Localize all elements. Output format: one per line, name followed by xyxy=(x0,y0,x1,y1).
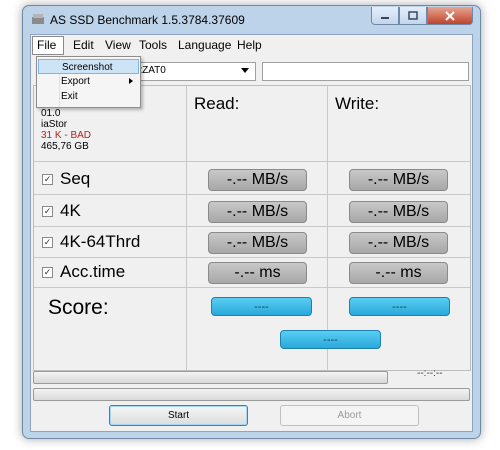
abort-button[interactable]: Abort xyxy=(280,405,419,426)
path-field[interactable] xyxy=(262,62,469,81)
results-grid: Read: Write: 01.0 iaStor 31 K - BAD 465,… xyxy=(33,85,471,371)
write-score: ---- xyxy=(349,297,450,316)
menu-view[interactable]: View xyxy=(105,38,131,52)
menu-bar: File Edit View Tools Language Help xyxy=(31,35,472,55)
progress-bar-total xyxy=(33,388,470,401)
drive-select[interactable]: 22ZAT0 xyxy=(121,62,256,81)
acctime-label-text: Acc.time xyxy=(60,262,126,281)
4k-read-result: -.-- MB/s xyxy=(208,201,307,223)
menu-item-exit-label: Exit xyxy=(61,91,78,102)
4k-label-text: 4K xyxy=(60,201,81,220)
seq-checkbox[interactable]: ✓ xyxy=(42,173,53,185)
menu-file[interactable]: File xyxy=(37,38,56,52)
alignment-status: 31 K - BAD xyxy=(41,130,92,141)
maximize-button[interactable] xyxy=(399,7,427,25)
client-area: File Edit View Tools Language Help 22ZAT… xyxy=(30,34,473,432)
grid-divider xyxy=(34,257,470,258)
chevron-right-icon xyxy=(129,78,133,84)
grid-divider xyxy=(34,226,470,227)
drive-icon xyxy=(32,14,44,24)
test-seq-label: ✓ Seq xyxy=(42,169,90,189)
test-acctime-label: ✓ Acc.time xyxy=(42,262,125,282)
menu-item-screenshot-label: Screenshot xyxy=(62,62,113,73)
write-header: Write: xyxy=(335,94,380,113)
menu-item-screenshot[interactable]: Screenshot xyxy=(38,59,139,74)
drive-capacity: 465,76 GB xyxy=(41,141,89,152)
file-menu-dropdown: Screenshot Export Exit xyxy=(36,56,141,108)
score-label: Score: xyxy=(48,296,109,319)
chevron-down-icon xyxy=(241,68,249,73)
close-button[interactable] xyxy=(427,7,473,25)
read-header: Read: xyxy=(194,94,240,113)
maximize-icon xyxy=(408,11,418,20)
4k-checkbox[interactable]: ✓ xyxy=(42,205,53,217)
seq-read-result: -.-- MB/s xyxy=(208,169,307,191)
acctime-write-result: -.-- ms xyxy=(349,262,448,284)
minimize-button[interactable] xyxy=(371,7,399,25)
seq-label-text: Seq xyxy=(60,169,91,188)
progress-bar-test xyxy=(33,371,388,384)
menu-language[interactable]: Language xyxy=(178,38,231,52)
window-title: AS SSD Benchmark 1.5.3784.37609 xyxy=(50,13,245,27)
grid-divider xyxy=(34,287,470,288)
app-window: AS SSD Benchmark 1.5.3784.37609 File Edi… xyxy=(22,5,481,439)
menu-item-export-label: Export xyxy=(61,76,90,87)
seq-write-result: -.-- MB/s xyxy=(349,169,448,191)
grid-divider xyxy=(34,194,470,195)
grid-divider xyxy=(327,86,328,370)
title-bar[interactable]: AS SSD Benchmark 1.5.3784.37609 xyxy=(23,6,480,34)
test-4k64-label: ✓ 4K-64Thrd xyxy=(42,232,140,252)
minimize-icon xyxy=(381,16,389,19)
4k64-write-result: -.-- MB/s xyxy=(349,232,448,254)
acctime-checkbox[interactable]: ✓ xyxy=(42,266,53,278)
menu-item-export[interactable]: Export xyxy=(38,74,139,89)
menu-help[interactable]: Help xyxy=(237,38,262,52)
menu-tools[interactable]: Tools xyxy=(139,38,167,52)
menu-item-exit[interactable]: Exit xyxy=(38,89,139,104)
elapsed-time: --:--:-- xyxy=(417,368,443,379)
4k-write-result: -.-- MB/s xyxy=(349,201,448,223)
read-score: ---- xyxy=(211,297,312,316)
close-icon xyxy=(445,10,455,21)
menu-edit[interactable]: Edit xyxy=(73,38,94,52)
4k64-read-result: -.-- MB/s xyxy=(208,232,307,254)
test-4k-label: ✓ 4K xyxy=(42,201,81,221)
total-score: ---- xyxy=(280,330,381,349)
start-button[interactable]: Start xyxy=(109,405,248,426)
firmware-version: 01.0 xyxy=(41,108,61,119)
drive-info: 01.0 iaStor 31 K - BAD 465,76 GB xyxy=(41,108,91,152)
4k64-label-text: 4K-64Thrd xyxy=(60,232,141,251)
grid-divider xyxy=(34,161,470,162)
grid-divider xyxy=(186,86,187,370)
acctime-read-result: -.-- ms xyxy=(208,262,307,284)
4k64-checkbox[interactable]: ✓ xyxy=(42,236,53,248)
driver-name: iaStor xyxy=(41,119,68,130)
